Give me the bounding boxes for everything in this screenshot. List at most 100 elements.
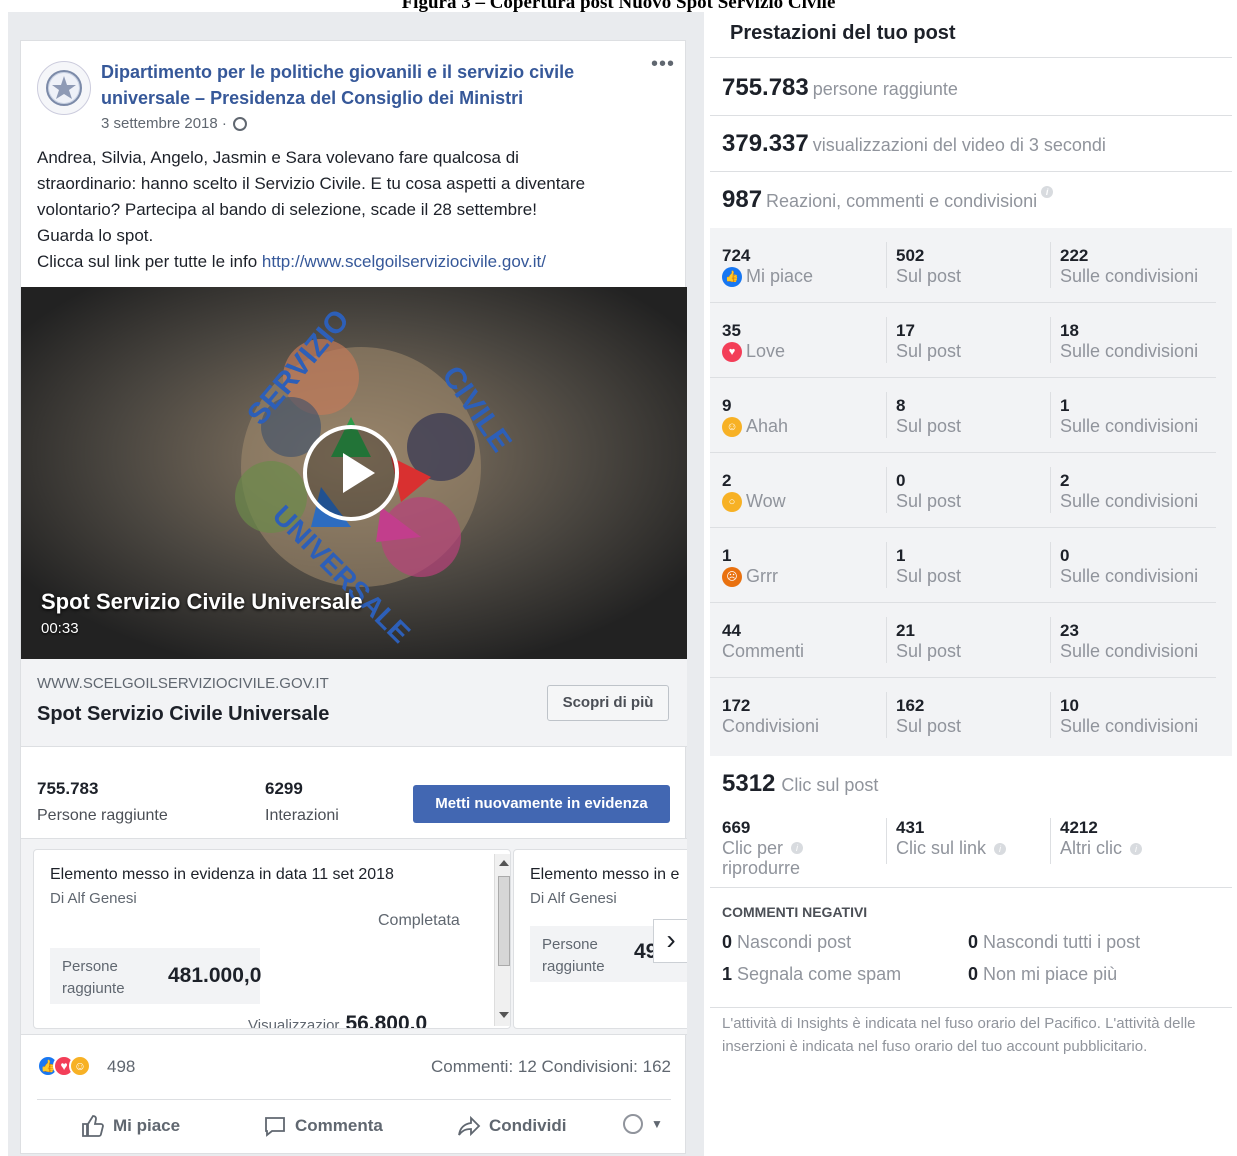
breakdown-row: 44 Commenti 21 Sul post 23 Sulle condivisio… bbox=[710, 603, 1216, 678]
row-label: Ahah bbox=[746, 416, 789, 436]
reach-label: Persone raggiunte bbox=[37, 807, 168, 824]
page-name-link[interactable]: Dipartimento per le politiche giovanili … bbox=[101, 59, 661, 111]
row-total: 35 bbox=[722, 321, 741, 340]
post-date[interactable]: 3 settembre 2018 · bbox=[101, 115, 247, 132]
post-link[interactable]: http://www.scelgoilserviziocivile.gov.it… bbox=[262, 252, 546, 271]
video-title: Spot Servizio Civile Universale bbox=[41, 589, 363, 614]
breakdown-row: 724 👍 Mi piace 502 Sul post 222 Sulle condiv… bbox=[710, 228, 1216, 303]
card-scrollbar[interactable] bbox=[494, 854, 510, 1026]
row-label: Grrr bbox=[746, 566, 778, 586]
views-row: 379.337 visualizzazioni del video di 3 se… bbox=[710, 116, 1232, 172]
divider bbox=[886, 542, 887, 588]
divider bbox=[1050, 317, 1051, 363]
post-text-line: Clicca sul link per tutte le info http:/… bbox=[37, 249, 677, 275]
share-button[interactable]: Condividi bbox=[457, 1114, 566, 1138]
stat-label: Nascondi post bbox=[737, 932, 852, 952]
info-icon[interactable]: i bbox=[1041, 186, 1054, 198]
stat-label: Segnala come spam bbox=[737, 964, 902, 984]
post-text-line: Andrea, Silvia, Angelo, Jasmin e Sara vo… bbox=[37, 148, 519, 167]
divider bbox=[886, 317, 887, 363]
comment-icon bbox=[265, 1117, 285, 1137]
post-text-line: Guarda lo spot. bbox=[37, 226, 154, 245]
reaction-icons[interactable]: 👍 ♥ ☺ bbox=[37, 1055, 91, 1077]
comment-label: Commenta bbox=[295, 1116, 383, 1135]
link-preview-card[interactable]: WWW.SCELGOILSERVIZIOCIVILE.GOV.IT Spot S… bbox=[21, 659, 687, 747]
boost-card-views: Visualizzazior 56.800,0 bbox=[248, 1012, 427, 1028]
reach-value: 755.783 bbox=[722, 74, 809, 101]
comments-shares-count[interactable]: Commenti: 12 Condivisioni: 162 bbox=[431, 1057, 671, 1077]
divider bbox=[1050, 467, 1051, 513]
divider bbox=[1050, 392, 1051, 438]
row-total: 1 bbox=[722, 546, 732, 565]
boost-again-button[interactable]: Metti nuovamente in evidenza bbox=[413, 785, 670, 823]
clicks-value: 5312 bbox=[722, 770, 776, 797]
learn-more-button[interactable]: Scopri di più bbox=[547, 685, 669, 721]
on-shares-label: Sulle condivisioni bbox=[1060, 566, 1199, 586]
info-icon[interactable]: i bbox=[994, 842, 1007, 855]
play-clicks-label: Clic per i bbox=[722, 838, 804, 858]
divider bbox=[886, 617, 887, 663]
info-icon[interactable]: i bbox=[1130, 842, 1142, 855]
row-on-post: 0 bbox=[896, 471, 906, 490]
panel-title: Prestazioni del tuo post bbox=[730, 22, 956, 44]
row-total: 44 bbox=[722, 621, 741, 640]
metric-label: Persone raggiunte bbox=[62, 958, 125, 997]
more-options-icon[interactable]: ••• bbox=[651, 53, 675, 76]
row-on-post: 502 bbox=[896, 246, 925, 265]
boost-card-title: Elemento messo in e bbox=[530, 866, 680, 883]
love-icon: ♥ bbox=[722, 341, 742, 362]
on-post-label: Sul post bbox=[896, 341, 962, 361]
row-label: Condivisioni bbox=[722, 716, 820, 736]
comment-button[interactable]: Commenta bbox=[263, 1114, 383, 1138]
page-avatar[interactable] bbox=[37, 61, 91, 115]
engagement-breakdown: 724 👍 Mi piace 502 Sul post 222 Sulle condiv… bbox=[710, 228, 1232, 756]
reach-label: persone raggiunte bbox=[812, 79, 958, 99]
breakdown-row: 35 ♥ Love 17 Sul post 18 Sulle condivisioni bbox=[710, 303, 1216, 378]
share-label: Condividi bbox=[489, 1116, 567, 1135]
post-performance-panel: Prestazioni del tuo post 755.783 persone … bbox=[710, 12, 1232, 1156]
post-text-line: straordinario: hanno scelto il Servizio … bbox=[37, 174, 586, 193]
scroll-up-icon[interactable] bbox=[499, 860, 509, 866]
on-post-label: Sul post bbox=[896, 416, 962, 436]
reaction-count[interactable]: 498 bbox=[107, 1057, 135, 1077]
like-button[interactable]: Mi piace bbox=[81, 1114, 180, 1138]
audience-selector[interactable]: ▼ bbox=[623, 1114, 663, 1134]
views-label: visualizzazioni del video di 3 secondi bbox=[812, 135, 1106, 155]
scroll-down-icon[interactable] bbox=[499, 1012, 509, 1018]
scroll-thumb[interactable] bbox=[498, 876, 510, 966]
row-label: Wow bbox=[746, 491, 786, 511]
hide-post-stat: 0 Nascondi post bbox=[722, 932, 851, 953]
engagement-row: 987 Reazioni, commenti e condivisioni i bbox=[710, 172, 1232, 228]
link-clicks-label: Clic sul link bbox=[896, 838, 987, 858]
chevron-right-icon[interactable]: › bbox=[653, 919, 687, 963]
link-title: Spot Servizio Civile Universale bbox=[37, 703, 330, 725]
post-actions: Mi piace Commenta Condividi ▼ bbox=[37, 1099, 671, 1151]
boost-card-author: Di Alf Genesi bbox=[50, 890, 137, 907]
divider bbox=[1050, 818, 1051, 864]
link-prefix: Clicca sul link per tutte le info bbox=[37, 252, 258, 271]
video-player[interactable]: SERVIZIO CIVILE UNIVERSALE Spot Servizio… bbox=[21, 287, 687, 659]
row-label: Mi piace bbox=[746, 266, 814, 286]
row-on-post: 21 bbox=[896, 621, 915, 640]
row-total: 172 bbox=[722, 696, 751, 715]
row-on-post: 1 bbox=[896, 546, 906, 565]
info-icon[interactable]: i bbox=[791, 842, 804, 854]
panel-header: Prestazioni del tuo post bbox=[710, 12, 1232, 58]
breakdown-row: 172 Condivisioni 162 Sul post 10 Sulle cond… bbox=[710, 678, 1216, 753]
interactions-label: Interazioni bbox=[265, 807, 339, 824]
breakdown-row: 1 ☹ Grrr 1 Sul post 0 Sulle condivisioni bbox=[710, 528, 1216, 603]
boost-card[interactable]: Elemento messo in evidenza in data 11 se… bbox=[33, 849, 511, 1029]
share-icon bbox=[458, 1115, 481, 1137]
on-shares-label: Sulle condivisioni bbox=[1060, 641, 1199, 661]
row-on-shares: 23 bbox=[1060, 621, 1079, 640]
play-button[interactable] bbox=[303, 425, 399, 521]
on-shares-label: Sulle condivisioni bbox=[1060, 491, 1199, 511]
post-text: Andrea, Silvia, Angelo, Jasmin e Sara vo… bbox=[37, 145, 677, 275]
divider bbox=[886, 242, 887, 288]
interactions-value: 6299 bbox=[265, 779, 303, 798]
row-on-post: 162 bbox=[896, 696, 925, 715]
boost-card-metric: Persone raggiunte 481.000,0 bbox=[50, 948, 261, 1004]
facebook-post: Dipartimento per le politiche giovanili … bbox=[20, 40, 687, 1154]
divider bbox=[886, 392, 887, 438]
boost-card-status: Completata bbox=[378, 912, 460, 929]
